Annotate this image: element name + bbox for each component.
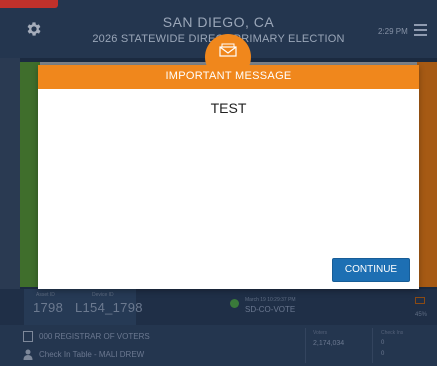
dialog-message: TEST: [210, 100, 247, 116]
battery-icon: [415, 297, 425, 304]
person-icon: [23, 349, 33, 360]
device-screen: SAN DIEGO, CA 2026 STATEWIDE DIRECT PRIM…: [0, 0, 437, 366]
voters-count: 2,174,034: [313, 340, 345, 347]
message-dialog: [38, 65, 419, 289]
vote-datetime: March 19 10:29:37 PM: [245, 297, 296, 303]
check-in-table-label: Check In Table - MALI DREW: [39, 350, 145, 359]
left-edge: [0, 58, 20, 289]
status-bar-orange: [417, 62, 437, 287]
hamburger-icon[interactable]: [414, 24, 427, 36]
footer-divider: [305, 328, 306, 363]
envelope-icon: [219, 43, 237, 57]
check-icon: [230, 299, 239, 308]
checkins-count: 0: [381, 351, 385, 357]
checkins-label: Check Ins: [381, 330, 404, 336]
footer-divider: [372, 328, 373, 363]
vote-code: SD-CO-VOTE: [245, 305, 296, 314]
device-id-label: Device ID: [92, 292, 114, 298]
dialog-title: IMPORTANT MESSAGE: [165, 70, 292, 82]
voters-label: Voters: [313, 330, 328, 336]
checkins-count: 0: [381, 340, 385, 346]
clock: 2:29 PM: [378, 27, 408, 36]
device-id-value: L154_1798: [75, 300, 143, 315]
asset-id-label: Asset ID: [36, 292, 55, 298]
city-title: SAN DIEGO, CA: [162, 14, 275, 30]
document-icon: [23, 331, 33, 342]
environment-tag: [0, 0, 58, 8]
status-bar-green: [20, 62, 40, 287]
percent-value: 45%: [415, 312, 428, 318]
continue-button[interactable]: CONTINUE: [332, 258, 410, 282]
asset-id-value: 1798: [33, 300, 64, 315]
registrar-label: 000 REGISTRAR OF VOTERS: [39, 332, 150, 341]
